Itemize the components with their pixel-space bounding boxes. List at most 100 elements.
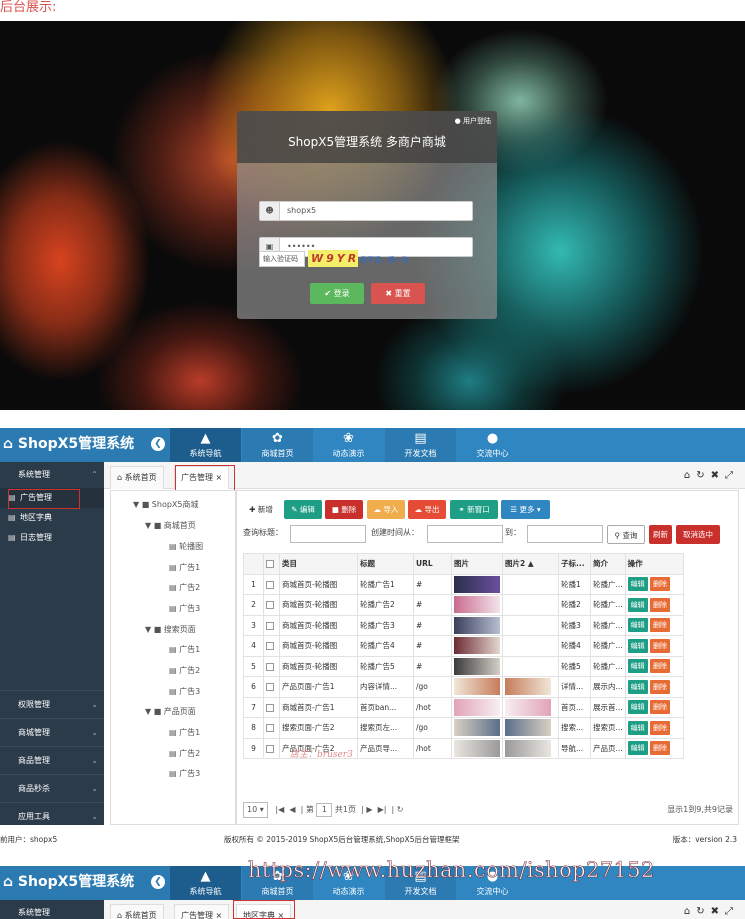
tree-leaf[interactable]: ▤ 轮播图 (169, 541, 203, 552)
table-row[interactable]: 4 商城首页-轮播图 轮播广告4 # 轮播4 轮播广... 编辑 删除 (243, 635, 684, 657)
page-number-input[interactable]: 1 (316, 803, 333, 817)
reload-icon[interactable]: ↻ (397, 805, 404, 814)
tree-leaf[interactable]: ▤ 广告3 (169, 603, 200, 614)
row-edit-button[interactable]: 编辑 (627, 577, 648, 592)
column-header[interactable]: 子标... (558, 553, 591, 575)
row-edit-button[interactable]: 编辑 (627, 618, 648, 633)
collapse-sidebar-icon[interactable]: ❮ (151, 437, 165, 451)
last-page-icon[interactable]: ▶| (378, 805, 387, 814)
next-page-icon[interactable]: ▶ (366, 805, 372, 814)
sidebar-section-products[interactable]: 商品管理 ⌄ (0, 746, 104, 774)
row-checkbox[interactable] (266, 724, 274, 733)
new-window-button[interactable]: ⚭ 新窗口 (450, 500, 498, 519)
row-delete-button[interactable]: 删除 (650, 679, 671, 694)
created-from-input[interactable] (427, 525, 503, 543)
reset-button[interactable]: ✖ 重置 (371, 283, 425, 304)
row-delete-button[interactable]: 删除 (650, 618, 671, 633)
row-select[interactable] (263, 655, 280, 677)
export-button[interactable]: ☁ 导出 (408, 500, 446, 519)
column-header-sorted[interactable]: 图片2 ▲ (502, 553, 559, 575)
user-login-link[interactable]: ● 用户登陆 (455, 116, 491, 126)
collapse-sidebar-icon[interactable]: ❮ (151, 875, 165, 889)
sidebar-group-system[interactable]: 系统管理 (0, 900, 104, 919)
sidebar-item-logs[interactable]: ▤ 日志管理 (0, 528, 104, 548)
row-select[interactable] (263, 696, 280, 718)
close-icon[interactable]: ✖ (711, 906, 725, 917)
column-header[interactable]: URL (413, 553, 452, 575)
edit-button[interactable]: ✎ 编辑 (284, 500, 322, 519)
created-to-input[interactable] (527, 525, 603, 543)
sidebar-group-system[interactable]: 系统管理 ⌃ (0, 462, 104, 488)
tree-group[interactable]: ▼ ■ 商城首页 (145, 520, 196, 531)
row-select[interactable] (263, 635, 280, 657)
close-icon[interactable]: ✖ (711, 470, 725, 481)
query-button[interactable]: ⚲ 查询 (607, 525, 645, 544)
row-checkbox[interactable] (266, 744, 274, 753)
refresh-icon[interactable]: ↻ (696, 470, 710, 481)
table-row[interactable]: 7 商城首页-广告1 首页ban.../hot 首页... 展示首... 编辑 删除 (243, 696, 684, 718)
nav-mall-home[interactable]: ✿ 商城首页 (242, 428, 313, 462)
row-delete-button[interactable]: 删除 (650, 597, 671, 612)
tree-leaf[interactable]: ▤ 广告3 (169, 768, 200, 779)
add-button[interactable]: ✚ 新增 (243, 500, 279, 519)
sidebar-section-flash-sale[interactable]: 商品秒杀 ⌄ (0, 774, 104, 802)
row-edit-button[interactable]: 编辑 (627, 700, 648, 715)
row-delete-button[interactable]: 删除 (650, 741, 671, 756)
row-select[interactable] (263, 676, 280, 698)
row-edit-button[interactable]: 编辑 (627, 679, 648, 694)
row-checkbox[interactable] (266, 703, 274, 712)
row-select[interactable] (263, 737, 280, 759)
fullscreen-icon[interactable]: ⤢ (725, 906, 739, 917)
nav-system[interactable]: ▲ 系统导航 (170, 428, 241, 462)
row-checkbox[interactable] (266, 621, 274, 630)
row-edit-button[interactable]: 编辑 (627, 597, 648, 612)
sidebar-section-mall[interactable]: 商城管理 ⌄ (0, 718, 104, 746)
row-checkbox[interactable] (266, 683, 274, 692)
nav-community[interactable]: ● 交流中心 (457, 428, 528, 462)
tree-group[interactable]: ▼ ■ 搜索页面 (145, 624, 196, 635)
first-page-icon[interactable]: |◀ (275, 805, 284, 814)
column-header[interactable]: 简介 (590, 553, 626, 575)
sidebar-section-tools[interactable]: 应用工具 ⌄ (0, 802, 104, 830)
row-checkbox[interactable] (266, 580, 274, 589)
row-checkbox[interactable] (266, 662, 274, 671)
row-delete-button[interactable]: 删除 (650, 700, 671, 715)
tree-leaf[interactable]: ▤ 广告3 (169, 686, 200, 697)
import-button[interactable]: ☁ 导入 (367, 500, 405, 519)
captcha-input[interactable]: 输入验证码 (259, 251, 305, 267)
page-size-select[interactable]: 10 ▾ (243, 802, 268, 818)
tree-root[interactable]: ▼ ■ ShopX5商城 (133, 499, 199, 510)
login-button[interactable]: ✔ 登录 (310, 283, 364, 304)
home-icon[interactable]: ⌂ (684, 906, 696, 917)
title-search-input[interactable] (290, 525, 366, 543)
tree-group[interactable]: ▼ ■ 产品页面 (145, 706, 196, 717)
row-delete-button[interactable]: 删除 (650, 577, 671, 592)
row-edit-button[interactable]: 编辑 (627, 720, 648, 735)
prev-page-icon[interactable]: ◀ (289, 805, 295, 814)
tab-home[interactable]: ⌂ 系统首页 (110, 466, 164, 489)
row-delete-button[interactable]: 删除 (650, 659, 671, 674)
tab-home[interactable]: ⌂ 系统首页 (110, 904, 164, 919)
sidebar-item-regions[interactable]: ▤ 地区字典 (0, 508, 104, 528)
sidebar-section-permissions[interactable]: 权限管理 ⌄ (0, 690, 104, 718)
row-delete-button[interactable]: 删除 (650, 638, 671, 653)
tree-leaf[interactable]: ▤ 广告2 (169, 748, 200, 759)
tree-leaf[interactable]: ▤ 广告1 (169, 727, 200, 738)
row-select[interactable] (263, 614, 280, 636)
row-edit-button[interactable]: 编辑 (627, 741, 648, 756)
row-delete-button[interactable]: 删除 (650, 720, 671, 735)
refresh-button[interactable]: 刷新 (649, 525, 672, 544)
row-select[interactable] (263, 594, 280, 616)
row-edit-button[interactable]: 编辑 (627, 659, 648, 674)
select-all-checkbox[interactable] (266, 560, 274, 569)
tree-leaf[interactable]: ▤ 广告2 (169, 582, 200, 593)
more-button[interactable]: ☰ 更多 ▾ (501, 500, 550, 519)
table-row[interactable]: 8 搜索页面-广告2 搜索页左.../go 搜索... 搜索页... 编辑 删除 (243, 717, 684, 739)
tree-leaf[interactable]: ▤ 广告1 (169, 562, 200, 573)
row-checkbox[interactable] (266, 601, 274, 610)
refresh-icon[interactable]: ↻ (696, 906, 710, 917)
username-field[interactable]: ☻ shopx5 (259, 201, 473, 221)
table-row[interactable]: 2 商城首页-轮播图 轮播广告2 # 轮播2 轮播广... 编辑 删除 (243, 594, 684, 616)
home-icon[interactable]: ⌂ (684, 470, 696, 481)
captcha-image[interactable]: W9YR (308, 250, 358, 267)
